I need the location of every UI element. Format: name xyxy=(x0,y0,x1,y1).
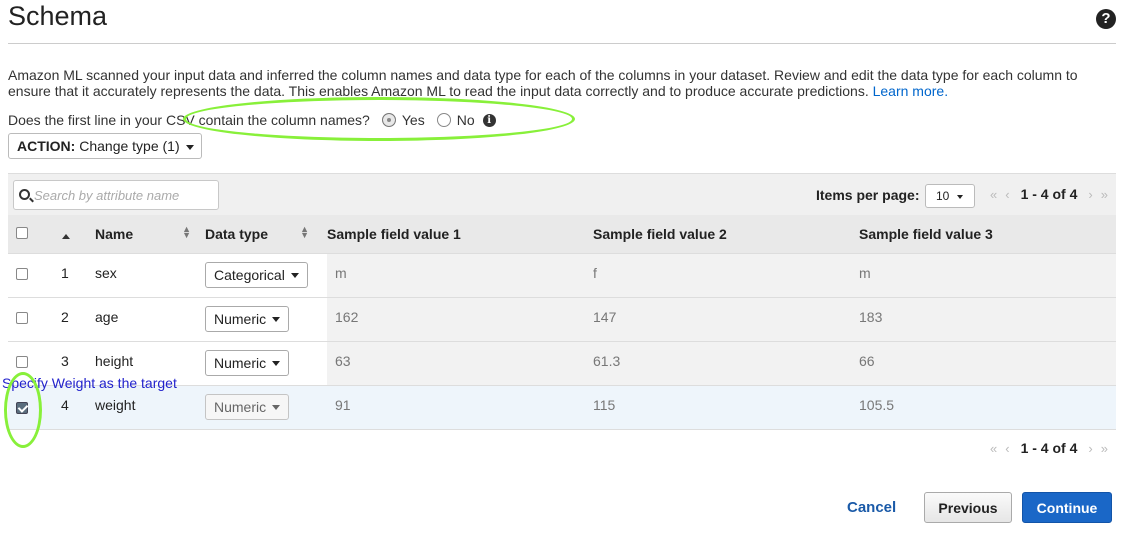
search-input[interactable]: Search by attribute name xyxy=(13,180,219,210)
target-annotation: Specify Weight as the target xyxy=(2,375,177,391)
data-type-select: Numeric xyxy=(205,393,290,420)
schema-table: Name ▲ ▼ Data type ▲ ▼ Sample field value 1 … xyxy=(8,215,1116,430)
action-dropdown[interactable]: ACTION: Change type (1) xyxy=(8,133,202,159)
row-sample1: 162 xyxy=(327,297,593,342)
table-row-selected[interactable]: 4 weight Numeric 91 115 105.5 xyxy=(8,385,1116,430)
radio-yes[interactable] xyxy=(381,113,396,127)
radio-yes-label[interactable]: Yes xyxy=(402,112,425,128)
name-header-label: Name xyxy=(95,225,134,242)
row-sample3: 183 xyxy=(859,297,1116,342)
title-divider xyxy=(8,43,1116,44)
row-select-cell xyxy=(8,253,48,298)
row-checkbox-checked[interactable] xyxy=(16,401,28,414)
table-row[interactable]: 1 sex Categorical m f m xyxy=(8,253,1116,298)
data-type-value: Numeric xyxy=(214,354,267,371)
search-placeholder: Search by attribute name xyxy=(34,188,180,203)
row-sample2: 115 xyxy=(593,385,859,430)
name-header[interactable]: Name ▲ ▼ xyxy=(95,215,205,254)
items-per-page-label: Items per page: xyxy=(816,187,920,203)
index-header[interactable] xyxy=(48,215,95,254)
row-name: weight xyxy=(95,385,205,430)
pager-range: 1 - 4 of 4 xyxy=(1020,186,1078,202)
row-sample1: m xyxy=(327,253,593,298)
row-sample3: m xyxy=(859,253,1116,298)
sort-icon: ▲ ▼ xyxy=(182,223,191,240)
row-index: 1 xyxy=(48,253,95,298)
next-page-icon[interactable]: › xyxy=(1088,187,1092,202)
previous-button[interactable]: Previous xyxy=(924,492,1012,523)
prev-page-icon[interactable]: ‹ xyxy=(1005,441,1009,456)
row-sample3: 105.5 xyxy=(859,385,1116,430)
row-checkbox[interactable] xyxy=(16,355,28,368)
items-per-page-select[interactable]: 10 xyxy=(925,184,975,208)
row-sample2: 147 xyxy=(593,297,859,342)
sample1-header: Sample field value 1 xyxy=(327,215,593,254)
row-checkbox[interactable] xyxy=(16,311,28,324)
row-checkbox[interactable] xyxy=(16,267,28,280)
first-page-icon[interactable]: « xyxy=(990,187,997,202)
table-row[interactable]: 2 age Numeric 162 147 183 xyxy=(8,297,1116,342)
sort-icon: ▲ ▼ xyxy=(300,223,309,240)
row-name: age xyxy=(95,297,205,342)
sample2-header: Sample field value 2 xyxy=(593,215,859,254)
csv-question-label: Does the first line in your CSV contain … xyxy=(8,112,370,128)
data-type-value: Categorical xyxy=(214,266,285,283)
first-page-icon[interactable]: « xyxy=(990,441,997,456)
search-icon xyxy=(19,189,30,200)
last-page-icon[interactable]: » xyxy=(1101,441,1108,456)
select-all-checkbox[interactable] xyxy=(16,226,28,239)
items-per-page-value: 10 xyxy=(936,189,950,203)
row-sample3: 66 xyxy=(859,341,1116,386)
caret-down-icon xyxy=(272,317,281,323)
data-type-header[interactable]: Data type ▲ ▼ xyxy=(205,215,327,254)
row-index: 2 xyxy=(48,297,95,342)
row-index: 4 xyxy=(48,385,95,430)
row-type-cell: Numeric xyxy=(205,385,327,430)
row-select-cell xyxy=(8,297,48,342)
caret-down-icon xyxy=(957,194,964,199)
sample3-header: Sample field value 3 xyxy=(859,215,1116,254)
pager-range: 1 - 4 of 4 xyxy=(1020,440,1078,456)
intro-paragraph: Amazon ML scanned your input data and in… xyxy=(8,67,1108,99)
action-label-bold: ACTION: xyxy=(17,138,76,154)
caret-down-icon xyxy=(290,273,299,279)
data-type-value: Numeric xyxy=(214,398,267,415)
caret-down-icon xyxy=(272,405,281,411)
caret-down-icon xyxy=(272,361,281,367)
pager-bottom: « ‹ 1 - 4 of 4 › » xyxy=(986,440,1112,456)
data-type-select[interactable]: Numeric xyxy=(205,305,290,332)
row-sample2: f xyxy=(593,253,859,298)
row-type-cell: Numeric xyxy=(205,341,327,386)
sort-up-icon xyxy=(62,233,70,239)
cancel-button[interactable]: Cancel xyxy=(847,499,896,516)
info-circle-icon[interactable]: i xyxy=(482,113,496,127)
page-title: Schema xyxy=(8,1,108,31)
radio-no[interactable] xyxy=(436,113,451,127)
data-type-header-label: Data type xyxy=(205,225,269,242)
pager-top: « ‹ 1 - 4 of 4 › » xyxy=(986,186,1112,202)
table-toolbar: Search by attribute name Items per page:… xyxy=(8,173,1116,215)
row-sample1: 63 xyxy=(327,341,593,386)
csv-header-question: Does the first line in your CSV contain … xyxy=(8,112,496,128)
prev-page-icon[interactable]: ‹ xyxy=(1005,187,1009,202)
learn-more-link[interactable]: Learn more. xyxy=(873,83,948,99)
caret-down-icon xyxy=(185,144,194,150)
question-circle-icon[interactable]: ? xyxy=(1096,9,1116,29)
next-page-icon[interactable]: › xyxy=(1088,441,1092,456)
data-type-value: Numeric xyxy=(214,310,267,327)
radio-no-label[interactable]: No xyxy=(457,112,475,128)
data-type-select[interactable]: Numeric xyxy=(205,349,290,376)
select-all-cell xyxy=(8,215,48,254)
row-type-cell: Numeric xyxy=(205,297,327,342)
row-type-cell: Categorical xyxy=(205,253,327,298)
row-sample2: 61.3 xyxy=(593,341,859,386)
last-page-icon[interactable]: » xyxy=(1101,187,1108,202)
row-name: sex xyxy=(95,253,205,298)
data-type-select[interactable]: Categorical xyxy=(205,261,308,288)
action-label: Change type (1) xyxy=(79,138,180,154)
row-sample1: 91 xyxy=(327,385,593,430)
table-header-row: Name ▲ ▼ Data type ▲ ▼ Sample field value 1 … xyxy=(8,215,1116,254)
row-select-cell xyxy=(8,385,48,430)
continue-button[interactable]: Continue xyxy=(1022,492,1112,523)
